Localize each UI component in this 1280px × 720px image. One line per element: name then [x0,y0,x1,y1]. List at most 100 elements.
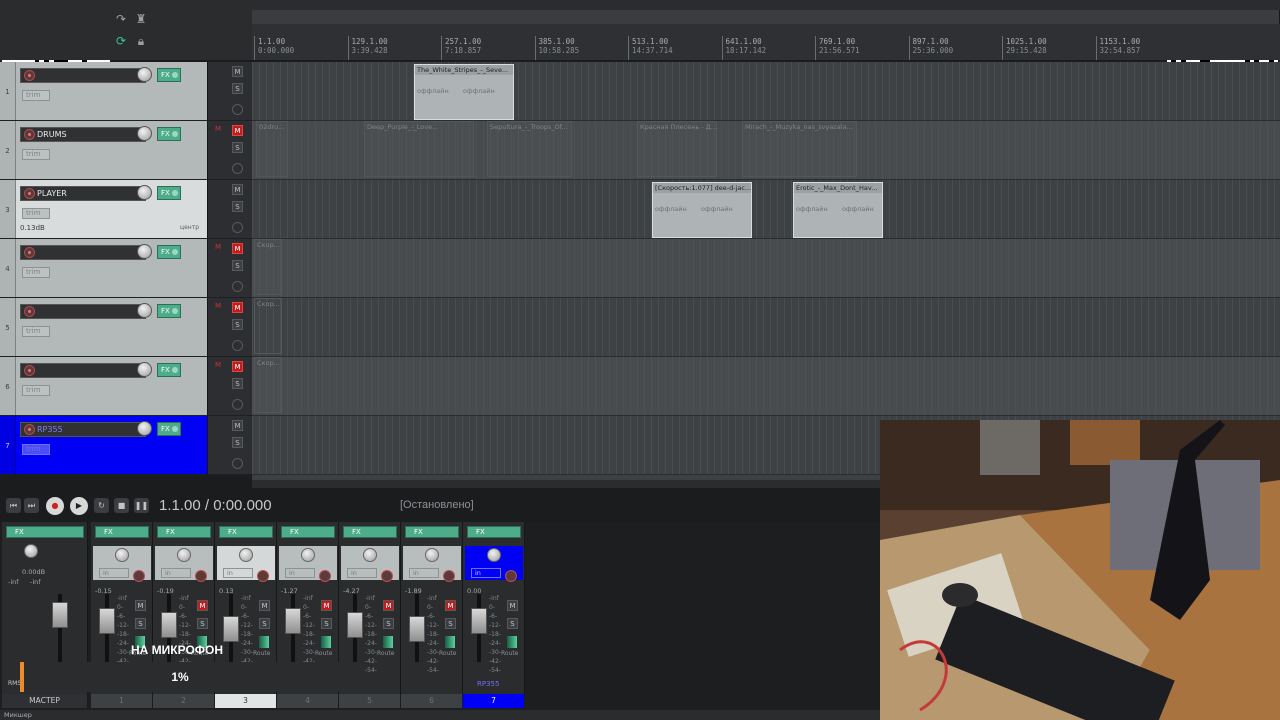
solo-button[interactable]: S [232,319,243,330]
pan-knob[interactable] [425,548,439,562]
track-header-4[interactable]: 4 FX trim M M S [0,239,252,298]
ruler-tick[interactable]: 1025.1.00 29:15.428 [1002,36,1047,60]
mute-button[interactable]: M [321,600,332,611]
go-end-icon[interactable]: ⏭ [24,498,39,513]
loop-icon[interactable]: ⟳ [114,34,128,48]
fx-button[interactable]: FX [157,68,181,82]
fx-button[interactable]: FX [95,526,149,538]
play-button[interactable]: ▶ [70,497,88,515]
fader-cap[interactable] [223,616,239,642]
fx-button[interactable]: FX [157,186,181,200]
phase-icon[interactable] [232,458,243,469]
media-item-placeholder[interactable]: Красная Плесень - Д... [637,121,717,177]
record-arm-button[interactable] [24,306,35,317]
record-arm-button[interactable] [443,570,455,582]
record-arm-button[interactable] [24,129,35,140]
strip-number[interactable]: 5 [339,694,401,708]
fader-cap[interactable] [161,612,177,638]
route-button[interactable]: Route [377,650,394,657]
solo-button[interactable]: S [197,618,208,629]
fx-button[interactable]: FX [157,127,181,141]
arrange-view[interactable]: The_White_Stripes_-_Seve... оффлайн оффлай… [252,62,1280,480]
track-name-field[interactable] [20,68,146,83]
trim-automation-button[interactable]: trim [22,149,50,160]
record-arm-button[interactable] [24,188,35,199]
fader-cap[interactable] [99,608,115,634]
ruler-tick[interactable]: 1.1.00 0:00.000 [254,36,294,60]
strip-number[interactable]: 2 [153,694,215,708]
mute-button[interactable]: M [232,361,243,372]
input-button[interactable]: in [471,568,501,578]
record-arm-button[interactable] [24,424,35,435]
pan-knob[interactable] [115,548,129,562]
input-button[interactable]: in [223,568,253,578]
solo-button[interactable]: S [135,618,146,629]
trim-automation-button[interactable]: trim [22,444,50,455]
route-button[interactable]: Route [253,650,270,657]
ruler-tick[interactable]: 897.1.00 25:36.000 [908,36,953,60]
solo-button[interactable]: S [232,378,243,389]
track-lane-3[interactable]: [Скорость:1.077] dee-d-jac... оффлайн оффл… [252,180,1280,239]
pan-knob[interactable] [363,548,377,562]
input-button[interactable]: in [99,568,129,578]
track-lane-4[interactable]: Скор... [252,239,1280,298]
phase-icon[interactable] [232,163,243,174]
ruler-tick[interactable]: 1153.1.00 32:54.857 [1095,36,1140,60]
repeat-button[interactable]: ↻ [94,498,109,513]
master-fx-button[interactable]: FX [6,526,84,538]
lock-icon[interactable]: 🔒︎ [134,34,148,48]
volume-knob[interactable] [137,244,152,259]
ruler-tick[interactable]: 257.1.00 7:18.857 [441,36,481,60]
media-item-placeholder[interactable]: 02dru... [256,121,288,177]
track-header-5[interactable]: 5 FX trim M M S [0,298,252,357]
fx-button[interactable]: FX [157,363,181,377]
volume-knob[interactable] [137,362,152,377]
solo-button[interactable]: S [507,618,518,629]
solo-button[interactable]: S [232,83,243,94]
input-button[interactable]: in [161,568,191,578]
route-button[interactable]: Route [439,650,456,657]
ruler-tick[interactable]: 129.1.00 3:39.428 [347,36,388,60]
fx-button[interactable]: FX [281,526,335,538]
mute-button[interactable]: M [232,184,243,195]
mute-button[interactable]: M [259,600,270,611]
input-button[interactable]: in [409,568,439,578]
phase-icon[interactable] [232,281,243,292]
media-item-placeholder[interactable]: Mirach_-_Muzyka_nas_svyazala... [742,121,857,177]
strip-number[interactable]: 1 [91,694,153,708]
pan-knob[interactable] [301,548,315,562]
pause-button[interactable]: ❚❚ [134,498,149,513]
fx-button[interactable]: FX [405,526,459,538]
fader-cap[interactable] [347,612,363,638]
media-item-placeholder[interactable]: Скор... [254,298,282,354]
track-name-field[interactable]: DRUMS [20,127,146,142]
track-header-3[interactable]: 3 PLAYER FX trim 0.13dB центр M S [0,180,252,239]
track-name-field[interactable] [20,363,146,378]
mute-button[interactable]: M [445,600,456,611]
pan-knob[interactable] [239,548,253,562]
mute-button[interactable]: M [383,600,394,611]
fx-button[interactable]: FX [157,304,181,318]
trim-automation-button[interactable]: trim [22,385,50,396]
master-label[interactable]: МАСТЕР [2,694,88,708]
fader-cap[interactable] [409,616,425,642]
route-button[interactable]: Route [315,650,332,657]
ruler-region-strip[interactable] [252,10,1280,24]
strip-number[interactable]: 7 [463,694,525,708]
transport-position[interactable]: 1.1.00 / 0:00.000 [159,497,272,514]
mixer-tab[interactable]: Микшер [4,711,32,719]
mute-button[interactable]: M [232,302,243,313]
master-fader-cap[interactable] [52,602,68,628]
redo-icon[interactable]: ↷ [114,12,128,26]
track-name-field[interactable]: RP355 [20,422,146,437]
track-lane-1[interactable]: The_White_Stripes_-_Seve... оффлайн оффлай… [252,62,1280,121]
track-header-2[interactable]: 2 DRUMS FX trim M M S [0,121,252,180]
solo-button[interactable]: S [383,618,394,629]
timeline-ruler[interactable]: 1.1.00 0:00.000 129.1.00 3:39.428 257.1.00 7:… [252,10,1280,60]
record-arm-button[interactable] [257,570,269,582]
record-arm-button[interactable] [24,365,35,376]
media-item-placeholder[interactable]: Deep_Purple_-_Love... [364,121,474,177]
volume-knob[interactable] [137,303,152,318]
fx-button[interactable]: FX [219,526,273,538]
track-lane-6[interactable]: Скор... [252,357,1280,416]
